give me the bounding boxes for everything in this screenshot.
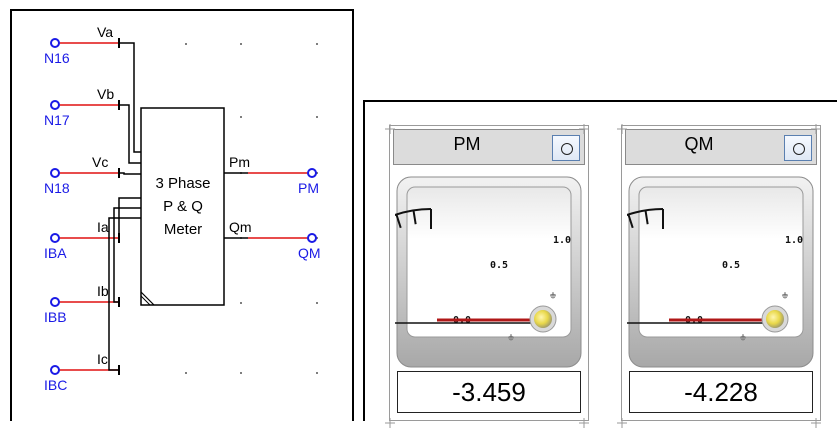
input-node-ibb[interactable]: IBB Ib: [44, 207, 141, 325]
node-label: IBA: [44, 245, 67, 261]
meter-header: PM: [393, 129, 585, 165]
signal-label: Va: [97, 24, 113, 40]
signal-label: Pm: [229, 154, 250, 170]
block-label-line3: Meter: [164, 221, 202, 238]
scale-label: 0.5: [490, 260, 508, 271]
gauge-face: 0.00.51.0: [395, 176, 582, 368]
signal-label: Vc: [92, 154, 108, 170]
meter-pm[interactable]: PM 0.00.51.0 -3.459: [385, 124, 589, 428]
corner-handle: [579, 121, 589, 134]
signal-label: Ib: [97, 283, 109, 299]
gauge-knob: [534, 310, 552, 328]
node-label: IBC: [44, 377, 67, 393]
node-label: IBB: [44, 309, 67, 325]
meter-value: -3.459: [397, 371, 581, 413]
output-node-pm[interactable]: Pm PM: [224, 154, 319, 196]
input-node-n18[interactable]: N18 Vc: [44, 154, 141, 196]
node-label: N17: [44, 112, 70, 128]
corner-handle: [385, 121, 395, 134]
scale-label: 1.0: [553, 235, 571, 246]
meter-toggle-button[interactable]: [552, 135, 580, 161]
corner-handle: [811, 415, 821, 428]
signal-label: Qm: [229, 219, 252, 235]
circle-icon: [793, 143, 805, 155]
output-node-qm[interactable]: Qm QM: [224, 219, 321, 261]
gauge-knob: [766, 310, 784, 328]
corner-handle: [385, 415, 395, 428]
pq-meter-block[interactable]: 3 Phase P & Q Meter: [140, 107, 225, 306]
meter-toggle-button[interactable]: [784, 135, 812, 161]
signal-label: Ia: [97, 219, 109, 235]
node-label: QM: [298, 245, 321, 261]
input-node-n16[interactable]: N16 Va: [44, 24, 141, 153]
circle-icon: [561, 143, 573, 155]
corner-handle: [811, 121, 821, 134]
node-label: PM: [298, 180, 319, 196]
gauge-face: 0.00.51.0: [627, 176, 814, 368]
node-label: N16: [44, 50, 70, 66]
scale-label: 0.5: [722, 260, 740, 271]
scale-label: 1.0: [785, 235, 803, 246]
meter-qm[interactable]: QM 0.00.51.0 -4.228: [617, 124, 821, 428]
node-label: N18: [44, 180, 70, 196]
meter-header: QM: [625, 129, 817, 165]
corner-handle: [617, 415, 627, 428]
meter-value: -4.228: [629, 371, 813, 413]
signal-label: Ic: [97, 351, 108, 367]
block-label-line2: P & Q: [163, 198, 203, 215]
block-label-line1: 3 Phase: [155, 175, 210, 192]
corner-handle: [579, 415, 589, 428]
input-node-n17[interactable]: N17 Vb: [44, 86, 141, 164]
signal-label: Vb: [97, 86, 114, 102]
meter-title: QM: [684, 134, 714, 154]
meter-title: PM: [453, 134, 481, 154]
corner-handle: [617, 121, 627, 134]
